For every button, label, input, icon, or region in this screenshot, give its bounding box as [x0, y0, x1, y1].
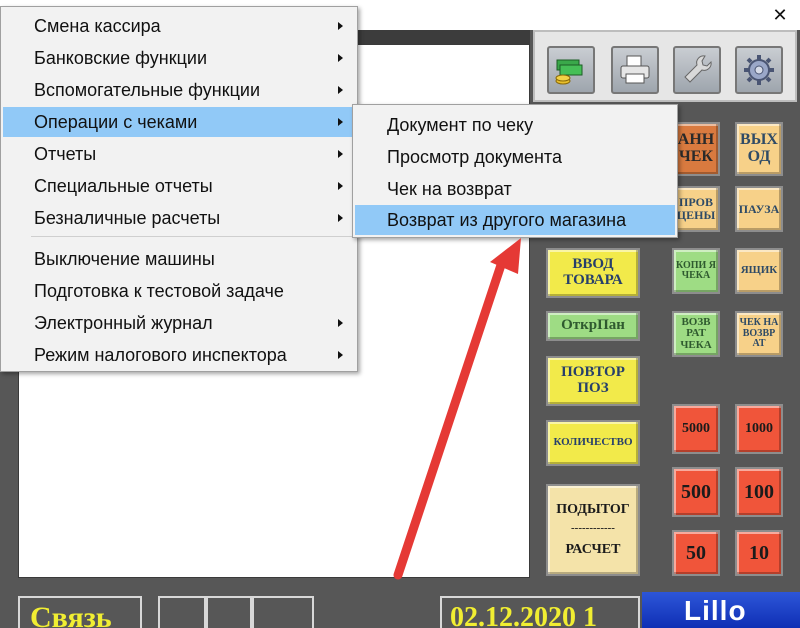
exit-key[interactable]: ВЫХ ОД [735, 122, 783, 176]
link-status: Связь [18, 596, 142, 628]
drawer-key[interactable]: ЯЩИК [735, 248, 783, 294]
printer-icon [620, 55, 650, 84]
annul-check-key[interactable]: АНН ЧЕК [672, 122, 720, 176]
menu-item-electronic-journal[interactable]: Электронный журнал [3, 308, 355, 338]
menu-item-label: Электронный журнал [34, 313, 213, 333]
submenu-arrow-icon [338, 86, 343, 94]
menu-item-label: Режим налогового инспектора [34, 345, 287, 365]
toolbar [533, 30, 797, 102]
menu-item-label: Подготовка к тестовой задаче [34, 281, 284, 301]
menu-item-shutdown[interactable]: Выключение машины [3, 244, 355, 274]
status-slot [252, 596, 314, 628]
menu-item-test-task-prep[interactable]: Подготовка к тестовой задаче [3, 276, 355, 306]
menu-item-label: Специальные отчеты [34, 176, 213, 196]
submenu-item-document-by-check[interactable]: Документ по чеку [355, 110, 675, 140]
money-button[interactable] [547, 46, 595, 94]
key-5000[interactable]: 5000 [672, 404, 720, 454]
context-menu: Смена кассира Банковские функции Вспомог… [0, 6, 358, 372]
pause-key[interactable]: ПАУЗА [735, 186, 783, 232]
menu-item-reports[interactable]: Отчеты [3, 139, 355, 169]
status-slot [158, 596, 206, 628]
repeat-position-key[interactable]: ПОВТОР ПОЗ [546, 356, 640, 406]
calc-label: РАСЧЕТ [565, 541, 621, 557]
menu-item-label: Банковские функции [34, 48, 207, 68]
submenu-arrow-icon [338, 319, 343, 327]
menu-item-tax-inspector-mode[interactable]: Режим налогового инспектора [3, 340, 355, 370]
money-icon [555, 59, 583, 85]
submenu-item-view-document[interactable]: Просмотр документа [355, 142, 675, 172]
enter-goods-key[interactable]: ВВОД ТОВАРА [546, 248, 640, 298]
price-check-key[interactable]: ПРОВ ЦЕНЫ [672, 186, 720, 232]
subtotal-calc-key[interactable]: ПОДЫТОГ ------------ РАСЧЕТ [546, 484, 640, 576]
menu-separator [31, 236, 353, 237]
subtotal-label: ПОДЫТОГ [556, 501, 630, 517]
menu-item-cashless-payments[interactable]: Безналичные расчеты [3, 203, 355, 233]
copy-check-key[interactable]: КОПИ Я ЧЕКА [672, 248, 720, 294]
check-operations-submenu: Документ по чеку Просмотр документа Чек … [352, 104, 678, 238]
menu-item-special-reports[interactable]: Специальные отчеты [3, 171, 355, 201]
key-100[interactable]: 100 [735, 467, 783, 517]
submenu-arrow-icon [338, 182, 343, 190]
menu-item-label: Отчеты [34, 144, 97, 164]
submenu-item-return-other-store[interactable]: Возврат из другого магазина [355, 205, 675, 235]
open-pan-key[interactable]: ОткрПан [546, 311, 640, 341]
status-slot [206, 596, 252, 628]
submenu-item-return-check[interactable]: Чек на возврат [355, 174, 675, 204]
menu-item-label: Смена кассира [34, 16, 161, 36]
key-50[interactable]: 50 [672, 530, 720, 576]
menu-item-label: Операции с чеками [34, 112, 198, 132]
quantity-key[interactable]: КОЛИЧЕСТВО [546, 420, 640, 466]
submenu-arrow-icon [338, 118, 343, 126]
key-10[interactable]: 10 [735, 530, 783, 576]
close-button[interactable]: ✕ [766, 3, 794, 27]
wrench-icon [684, 55, 712, 83]
check-return-key[interactable]: ЧЕК НА ВОЗВР АТ [735, 311, 783, 357]
submenu-arrow-icon [338, 150, 343, 158]
menu-item-auxiliary-functions[interactable]: Вспомогательные функции [3, 75, 355, 105]
logo-text: Lillo [684, 595, 747, 626]
gear-icon [744, 55, 774, 85]
menu-item-label: Безналичные расчеты [34, 208, 221, 228]
menu-item-bank-functions[interactable]: Банковские функции [3, 43, 355, 73]
settings-button[interactable] [735, 46, 783, 94]
date-display: 02.12.2020 1 [440, 596, 640, 628]
menu-item-label: Вспомогательные функции [34, 80, 261, 100]
subtotal-separator: ------------ [571, 522, 615, 535]
menu-item-check-operations[interactable]: Операции с чеками [3, 107, 355, 137]
submenu-arrow-icon [338, 351, 343, 359]
menu-item-label: Выключение машины [34, 249, 215, 269]
submenu-arrow-icon [338, 214, 343, 222]
return-check-key[interactable]: ВОЗВ РАТ ЧЕКА [672, 311, 720, 357]
tools-button[interactable] [673, 46, 721, 94]
submenu-arrow-icon [338, 22, 343, 30]
key-1000[interactable]: 1000 [735, 404, 783, 454]
key-500[interactable]: 500 [672, 467, 720, 517]
lillo-logo: Lillo [642, 592, 800, 628]
submenu-arrow-icon [338, 54, 343, 62]
menu-item-cashier-change[interactable]: Смена кассира [3, 11, 355, 41]
printer-button[interactable] [611, 46, 659, 94]
